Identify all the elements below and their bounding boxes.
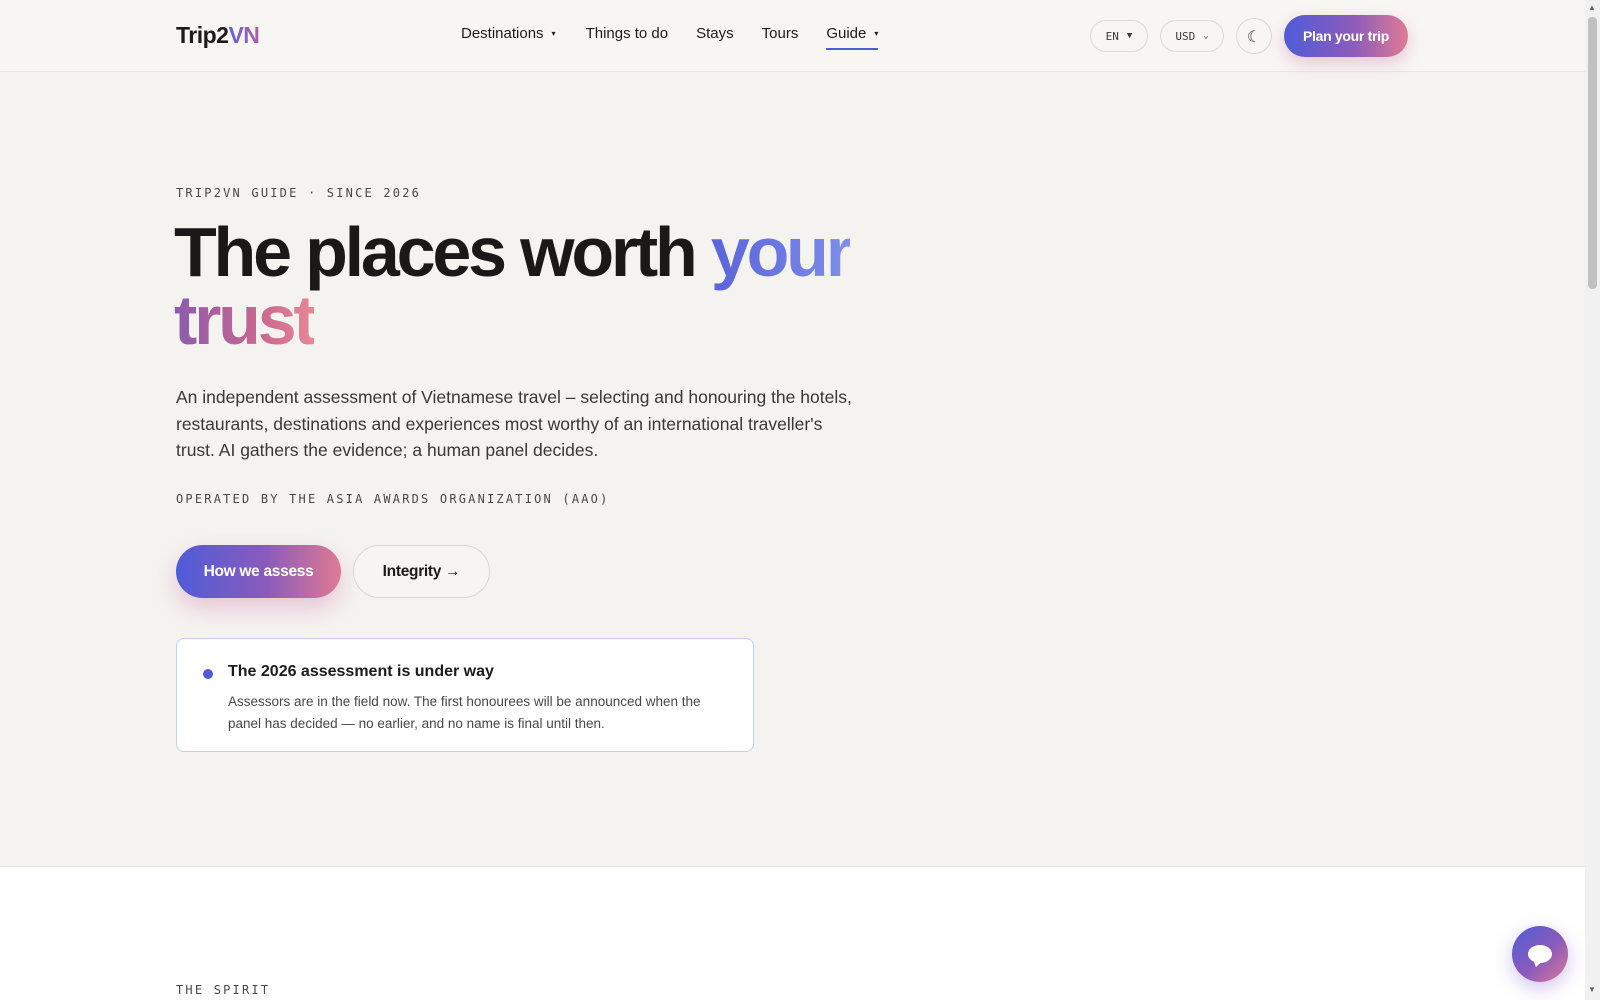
nav-tours[interactable]: Tours [762,25,799,42]
page-scrollbar[interactable]: ▲ ▼ [1585,0,1600,1000]
main-nav: Destinations ▾ Things to do Stays Tours … [461,25,906,50]
status-body: Assessors are in the field now. The firs… [228,694,701,731]
nav-guide-label: Guide [826,25,867,42]
status-title: The 2026 assessment is under way [228,663,494,680]
caret-down-icon: ▾ [551,29,556,38]
language-value: EN [1105,29,1119,43]
site-header: Trip2VN Destinations ▾ Things to do Stay… [0,0,1585,72]
currency-value: USD [1175,29,1196,43]
site-logo[interactable]: Trip2VN [176,22,260,49]
status-card: The 2026 assessment is under way Assesso… [176,638,754,752]
chevron-down-icon: ▼ [1126,31,1133,41]
nav-stays[interactable]: Stays [696,25,734,42]
chat-button[interactable] [1512,926,1568,982]
headline-accent-trust: trust [174,281,317,359]
scroll-thumb[interactable] [1588,17,1597,289]
logo-text: Trip2 [176,22,229,48]
scroll-down-arrow-icon[interactable]: ▼ [1588,985,1596,994]
language-select[interactable]: EN ▼ [1090,20,1148,52]
spirit-eyebrow: THE SPIRIT [176,983,271,997]
nav-destinations[interactable]: Destinations ▾ [461,25,556,42]
operated-by-note: OPERATED BY THE ASIA AWARDS ORGANIZATION… [176,492,610,506]
chevron-down-icon: ⌄ [1203,31,1209,41]
hero-eyebrow: TRIP2VN GUIDE · SINCE 2026 [176,186,422,200]
theme-toggle-button[interactable]: ☾ [1236,18,1272,54]
headline-accent-your: your [710,213,853,291]
page: Trip2VN Destinations ▾ Things to do Stay… [0,0,1585,1000]
hero-headline: The places worth your trust [174,217,894,355]
nav-things-to-do[interactable]: Things to do [586,25,669,42]
nav-tours-label: Tours [761,25,799,42]
nav-destinations-label: Destinations [461,25,544,42]
logo-accent-text: VN [228,22,260,48]
nav-guide[interactable]: Guide ▾ [826,25,879,50]
scroll-up-arrow-icon[interactable]: ▲ [1588,3,1596,12]
spirit-section: THE SPIRIT [0,866,1585,1000]
integrity-button[interactable]: Integrity → [353,545,490,598]
status-dot-icon [203,669,213,679]
nav-stays-label: Stays [696,25,734,42]
currency-select[interactable]: USD ⌄ [1160,20,1224,52]
plan-your-trip-button[interactable]: Plan your trip [1284,15,1408,57]
caret-down-icon: ▾ [874,29,879,38]
moon-icon: ☾ [1246,26,1262,46]
how-we-assess-button[interactable]: How we assess [176,545,341,598]
nav-things-to-do-label: Things to do [585,25,669,42]
headline-text: The places worth [174,213,711,291]
hero-description: An independent assessment of Vietnamese … [176,387,852,460]
chat-bubble-icon [1528,945,1552,963]
